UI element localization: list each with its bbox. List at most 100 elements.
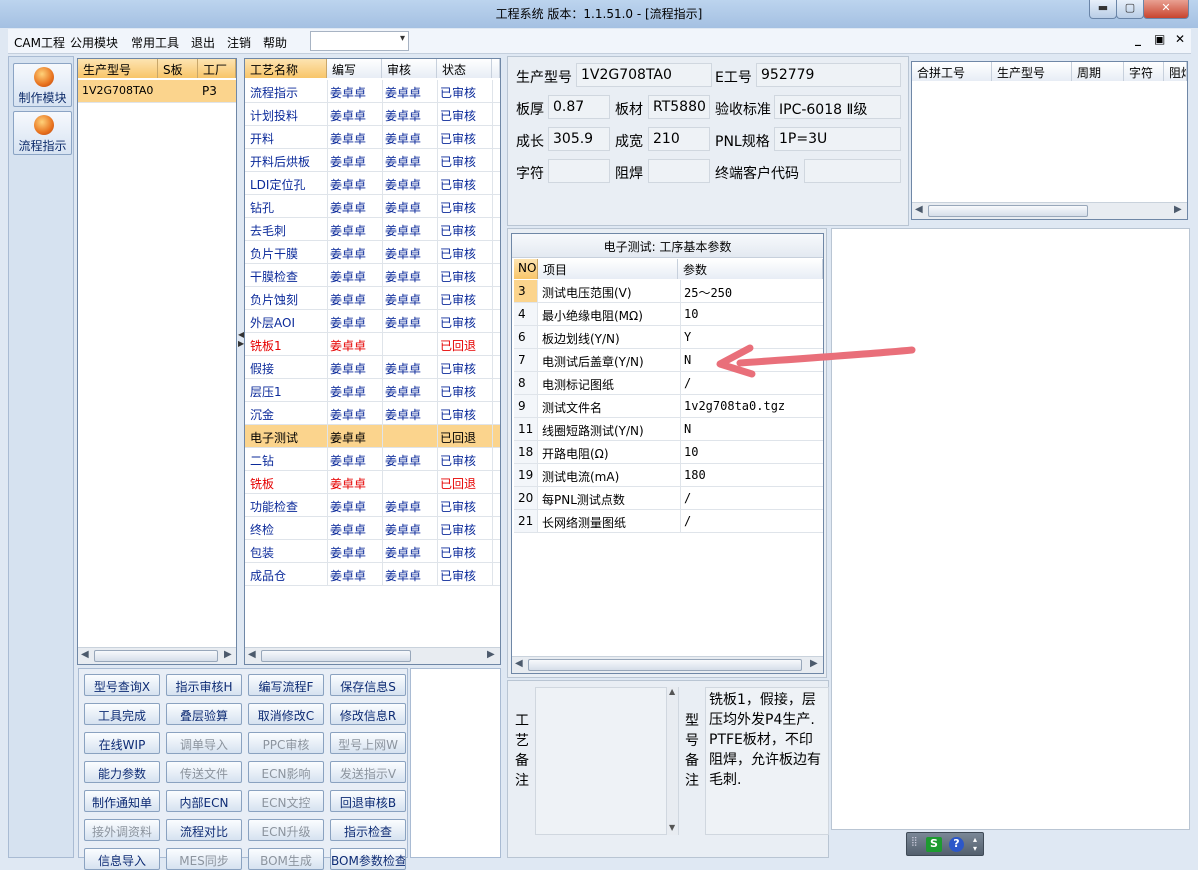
action-button[interactable]: 编写流程F	[248, 674, 324, 696]
field-standard[interactable]: IPC-6018 Ⅱ级	[774, 95, 901, 119]
table-row[interactable]: 20 每PNL测试点数 /	[514, 487, 823, 510]
action-button[interactable]: 制作通知单	[84, 790, 160, 812]
table-row[interactable]: 包装 姜卓卓 姜卓卓 已审核	[245, 540, 500, 563]
action-button[interactable]: ECN影响	[248, 761, 324, 783]
nav-make-module[interactable]: 制作模块	[13, 63, 72, 107]
table-row[interactable]: 开料 姜卓卓 姜卓卓 已审核	[245, 126, 500, 149]
table-row[interactable]: LDI定位孔 姜卓卓 姜卓卓 已审核	[245, 172, 500, 195]
field-width[interactable]: 210	[648, 127, 710, 151]
sogou-icon[interactable]: S	[926, 837, 942, 852]
table-row[interactable]: 21 长网络测量图纸 /	[514, 510, 823, 533]
mdi-minimize-icon[interactable]: _	[1135, 32, 1141, 46]
table-row[interactable]: 去毛刺 姜卓卓 姜卓卓 已审核	[245, 218, 500, 241]
table-row[interactable]: 假接 姜卓卓 姜卓卓 已审核	[245, 356, 500, 379]
field-mask[interactable]	[648, 159, 710, 183]
action-button[interactable]: 叠层验算	[166, 703, 242, 725]
table-row[interactable]: 终检 姜卓卓 姜卓卓 已审核	[245, 517, 500, 540]
action-button[interactable]: ECN文控	[248, 790, 324, 812]
merge-hscroll[interactable]: ◀ ▶	[912, 202, 1187, 219]
process-remark-field[interactable]	[535, 687, 679, 835]
scroll-right-icon[interactable]: ▶	[810, 658, 818, 669]
mdi-restore-icon[interactable]: ▣	[1154, 32, 1165, 46]
col-status[interactable]: 状态	[437, 59, 492, 78]
menu-common-modules[interactable]: 公用模块	[70, 34, 118, 51]
field-model[interactable]: 1V2G708TA0	[576, 63, 712, 87]
field-char[interactable]	[548, 159, 610, 183]
action-button[interactable]: ECN升级	[248, 819, 324, 841]
table-row[interactable]: 铣板 姜卓卓 已回退	[245, 471, 500, 494]
table-row[interactable]: 计划投料 姜卓卓 姜卓卓 已审核	[245, 103, 500, 126]
col-merge-mask[interactable]: 阻焊	[1164, 62, 1187, 81]
action-button[interactable]: 能力参数	[84, 761, 160, 783]
scroll-thumb[interactable]	[94, 650, 218, 662]
action-button[interactable]: 内部ECN	[166, 790, 242, 812]
tray-menu-icon[interactable]: ▴ ▾	[973, 835, 977, 853]
scroll-down-icon[interactable]: ▼	[669, 823, 675, 832]
action-button[interactable]: 取消修改C	[248, 703, 324, 725]
minimize-button[interactable]: ▬	[1089, 0, 1117, 19]
menu-combo-box[interactable]	[310, 31, 409, 51]
col-param[interactable]: 参数	[678, 259, 823, 279]
scroll-thumb[interactable]	[928, 205, 1088, 217]
field-e-no[interactable]: 952779	[756, 63, 901, 87]
action-button[interactable]: 接外调资料	[84, 819, 160, 841]
table-row[interactable]: 1V2G708TA0 P3	[78, 80, 236, 103]
menu-help[interactable]: 帮助	[263, 34, 287, 51]
remark-vscroll[interactable]: ▲ ▼	[666, 687, 678, 835]
close-button[interactable]: ✕	[1143, 0, 1189, 19]
col-process-name[interactable]: 工艺名称	[245, 59, 327, 78]
table-row[interactable]: 19 测试电流(mA) 180	[514, 464, 823, 487]
table-row[interactable]: 二钻 姜卓卓 姜卓卓 已审核	[245, 448, 500, 471]
col-factory[interactable]: 工厂	[198, 59, 236, 78]
action-button[interactable]: 信息导入	[84, 848, 160, 870]
model-hscroll[interactable]: ◀ ▶	[78, 647, 236, 664]
table-row[interactable]: 3 测试电压范围(V) 25～250	[514, 280, 823, 303]
params-hscroll[interactable]: ◀ ▶	[512, 656, 823, 673]
field-customer[interactable]	[804, 159, 901, 183]
action-button[interactable]: 发送指示V	[330, 761, 406, 783]
table-row[interactable]: 11 线圈短路测试(Y/N) N	[514, 418, 823, 441]
table-row[interactable]: 负片蚀刻 姜卓卓 姜卓卓 已审核	[245, 287, 500, 310]
action-button[interactable]: 工具完成	[84, 703, 160, 725]
col-reviewer[interactable]: 审核	[382, 59, 437, 78]
nav-flow-guide[interactable]: 流程指示	[13, 111, 72, 155]
action-button[interactable]: 调单导入	[166, 732, 242, 754]
table-row[interactable]: 钻孔 姜卓卓 姜卓卓 已审核	[245, 195, 500, 218]
col-model[interactable]: 生产型号	[78, 59, 158, 78]
menu-exit[interactable]: 退出	[191, 34, 215, 51]
col-merge-model[interactable]: 生产型号	[992, 62, 1072, 81]
table-row[interactable]: 4 最小绝缘电阻(MΩ) 10	[514, 303, 823, 326]
scroll-right-icon[interactable]: ▶	[1174, 204, 1182, 215]
action-button[interactable]: 型号查询X	[84, 674, 160, 696]
action-button[interactable]: 修改信息R	[330, 703, 406, 725]
table-row[interactable]: 干膜检查 姜卓卓 姜卓卓 已审核	[245, 264, 500, 287]
action-button[interactable]: BOM参数检查	[330, 848, 406, 870]
field-length[interactable]: 305.9	[548, 127, 610, 151]
process-hscroll[interactable]: ◀ ▶	[245, 647, 500, 664]
table-row[interactable]: 18 开路电阻(Ω) 10	[514, 441, 823, 464]
table-row[interactable]: 9 测试文件名 1v2g708ta0.tgz	[514, 395, 823, 418]
table-row[interactable]: 沉金 姜卓卓 姜卓卓 已审核	[245, 402, 500, 425]
action-button[interactable]: PPC审核	[248, 732, 324, 754]
model-remark-field[interactable]: 铣板1，假接，层压均外发P4生产. PTFE板材，不印阻焊，允许板边有毛刺.	[705, 687, 829, 835]
table-row[interactable]: 开料后烘板 姜卓卓 姜卓卓 已审核	[245, 149, 500, 172]
field-material[interactable]: RT5880	[648, 95, 710, 119]
scroll-up-icon[interactable]: ▲	[669, 687, 675, 696]
scroll-left-icon[interactable]: ◀	[81, 649, 89, 660]
action-button[interactable]: 传送文件	[166, 761, 242, 783]
maximize-button[interactable]: ▢	[1116, 0, 1144, 19]
table-row[interactable]: 负片干膜 姜卓卓 姜卓卓 已审核	[245, 241, 500, 264]
col-sboard[interactable]: S板	[158, 59, 198, 78]
action-button[interactable]: BOM生成	[248, 848, 324, 870]
action-button[interactable]: 保存信息S	[330, 674, 406, 696]
scroll-right-icon[interactable]: ▶	[224, 649, 232, 660]
scroll-thumb[interactable]	[261, 650, 411, 662]
action-button[interactable]: 在线WIP	[84, 732, 160, 754]
col-item[interactable]: 项目	[538, 259, 678, 279]
table-row[interactable]: 功能检查 姜卓卓 姜卓卓 已审核	[245, 494, 500, 517]
action-button[interactable]: 流程对比	[166, 819, 242, 841]
col-no[interactable]: NO	[514, 259, 538, 279]
action-button[interactable]: 型号上网W	[330, 732, 406, 754]
action-button[interactable]: 指示审核H	[166, 674, 242, 696]
mdi-close-icon[interactable]: ✕	[1175, 32, 1185, 46]
